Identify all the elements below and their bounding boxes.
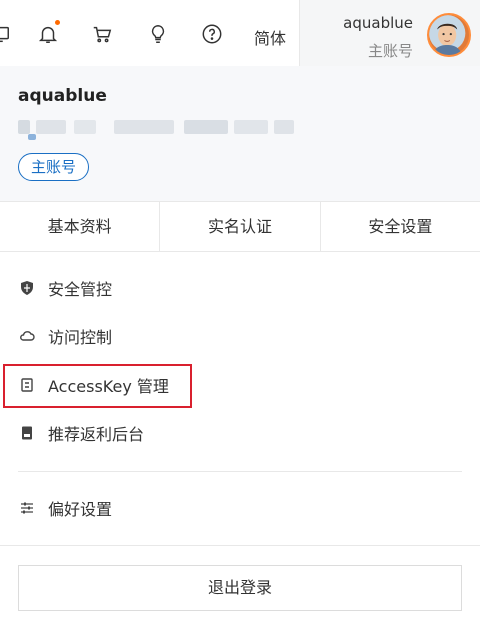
lightbulb-icon[interactable] <box>146 22 170 46</box>
key-icon <box>18 376 36 394</box>
tab-real-name[interactable]: 实名认证 <box>160 202 321 251</box>
top-bar: 简体 aquablue 主账号 <box>0 0 480 67</box>
bell-icon[interactable] <box>36 20 60 46</box>
profile-name: aquablue <box>18 86 107 106</box>
account-id-blurred <box>18 120 298 140</box>
cloud-icon <box>18 327 36 345</box>
menu-item-label: 偏好设置 <box>48 500 113 519</box>
menu-item-accesskey[interactable]: AccessKey 管理 <box>18 373 169 397</box>
help-icon[interactable] <box>200 22 224 46</box>
logout-button[interactable]: 退出登录 <box>18 565 462 611</box>
user-name: aquablue <box>343 14 413 32</box>
tab-basic-info[interactable]: 基本资料 <box>0 202 161 251</box>
account-type-badge: 主账号 <box>18 153 90 181</box>
menu-item-referral[interactable]: 推荐返利后台 <box>18 421 144 445</box>
notification-dot <box>55 20 60 25</box>
divider <box>0 545 480 546</box>
document-icon <box>18 424 36 442</box>
cart-icon[interactable] <box>90 22 114 46</box>
divider <box>18 471 462 472</box>
tab-security-settings[interactable]: 安全设置 <box>321 202 480 251</box>
menu-item-label: 安全管控 <box>48 280 113 299</box>
avatar[interactable] <box>427 13 471 57</box>
account-type: 主账号 <box>367 42 413 60</box>
menu-item-label: 推荐返利后台 <box>48 425 145 444</box>
sliders-icon <box>18 499 36 517</box>
profile-header: aquablue 主账号 <box>0 66 480 202</box>
menu-item-label: AccessKey 管理 <box>48 377 169 396</box>
user-menu[interactable]: aquablue 主账号 <box>299 0 480 66</box>
monitor-icon[interactable] <box>0 22 12 46</box>
menu-item-preferences[interactable]: 偏好设置 <box>18 496 112 520</box>
shield-icon <box>18 279 36 297</box>
profile-tabs: 基本资料 实名认证 安全设置 <box>0 202 480 252</box>
menu-item-label: 访问控制 <box>48 328 113 347</box>
menu-item-access-control[interactable]: 访问控制 <box>18 324 112 348</box>
menu-item-security-control[interactable]: 安全管控 <box>18 276 112 300</box>
language-switch[interactable]: 简体 <box>254 25 286 49</box>
